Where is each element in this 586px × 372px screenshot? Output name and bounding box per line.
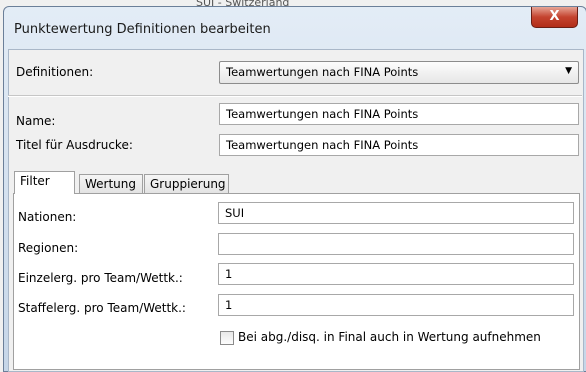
include-disqualified-checkbox[interactable] bbox=[220, 331, 234, 345]
name-label: Name: bbox=[16, 114, 56, 128]
tab-wertung[interactable]: Wertung bbox=[79, 174, 143, 194]
tab-gruppierung[interactable]: Gruppierung bbox=[144, 174, 229, 194]
include-disqualified-label: Bei abg./disq. in Final auch in Wertung … bbox=[238, 330, 541, 344]
print-title-input[interactable]: Teamwertungen nach FINA Points bbox=[219, 134, 579, 156]
close-button[interactable]: X bbox=[531, 7, 578, 28]
name-input[interactable]: Teamwertungen nach FINA Points bbox=[219, 103, 579, 125]
individual-results-input[interactable]: 1 bbox=[218, 263, 574, 285]
individual-results-label: Einzelerg. pro Team/Wettk.: bbox=[18, 271, 183, 285]
separator bbox=[8, 95, 582, 97]
nations-label: Nationen: bbox=[18, 210, 77, 224]
print-title-label: Titel für Ausdrucke: bbox=[16, 138, 133, 152]
definitions-label: Definitionen: bbox=[16, 65, 94, 79]
regions-input[interactable] bbox=[218, 233, 574, 255]
definitions-selected-value: Teamwertungen nach FINA Points bbox=[226, 65, 419, 79]
relay-results-label: Staffelerg. pro Team/Wettk.: bbox=[18, 301, 186, 315]
chevron-down-icon: ▼ bbox=[565, 66, 572, 76]
nations-input[interactable]: SUI bbox=[218, 202, 574, 224]
window-title: Punktewertung Definitionen bearbeiten bbox=[14, 22, 271, 37]
regions-label: Regionen: bbox=[18, 241, 79, 255]
relay-results-input[interactable]: 1 bbox=[218, 294, 574, 316]
definitions-dropdown[interactable]: Teamwertungen nach FINA Points ▼ bbox=[219, 61, 579, 84]
tab-filter[interactable]: Filter bbox=[14, 171, 75, 194]
